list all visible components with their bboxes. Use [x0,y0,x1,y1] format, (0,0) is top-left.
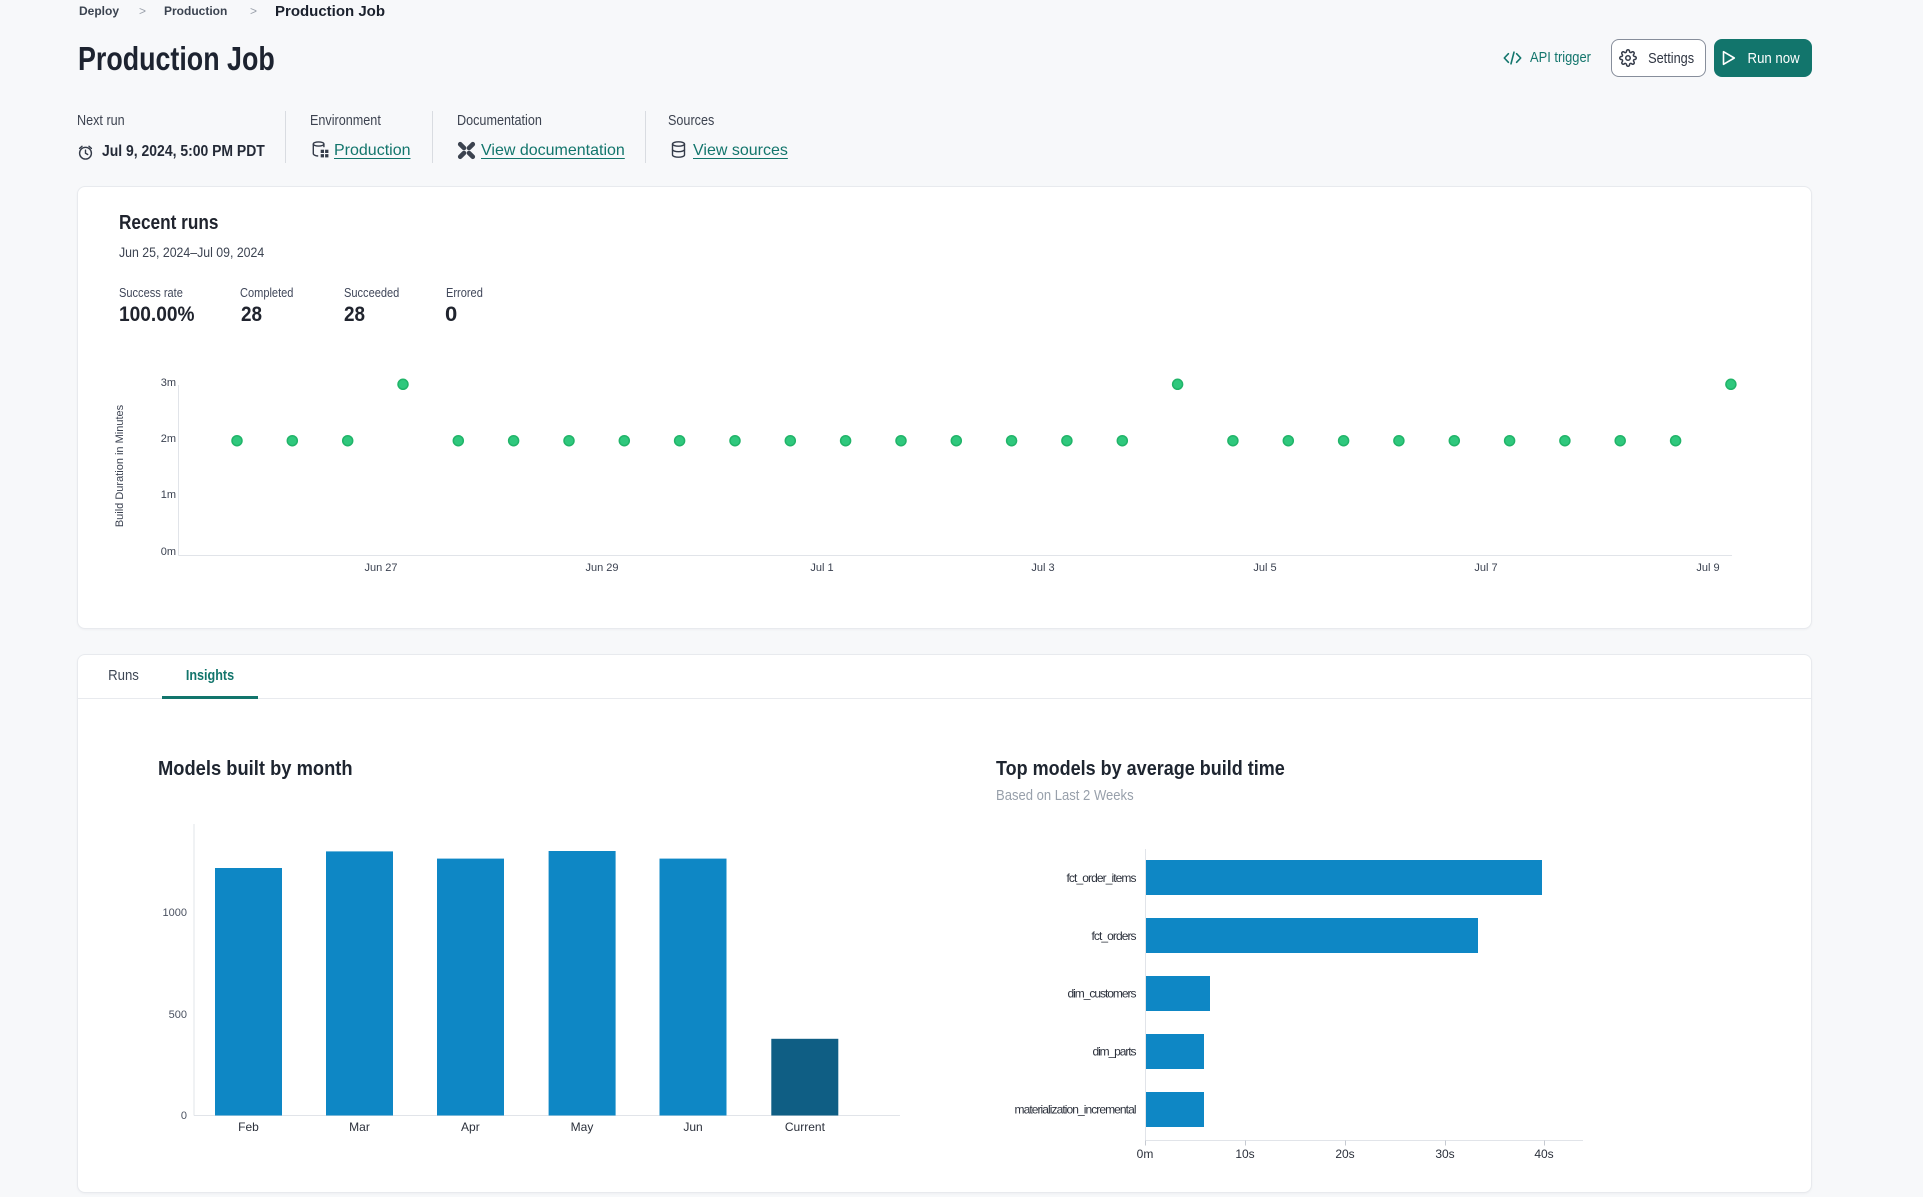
svg-text:Build Duration in Minutes: Build Duration in Minutes [114,404,126,527]
svg-text:Jun 29: Jun 29 [585,562,618,574]
svg-text:500: 500 [169,1009,187,1021]
svg-text:0m: 0m [161,546,176,558]
svg-text:Jul 9: Jul 9 [1696,562,1719,574]
svg-text:dim_parts: dim_parts [1093,1045,1137,1059]
svg-text:Feb: Feb [238,1120,259,1134]
svg-text:Mar: Mar [349,1120,370,1134]
svg-text:0: 0 [181,1110,187,1122]
svg-text:1m: 1m [161,489,176,501]
svg-text:Current: Current [785,1120,826,1134]
svg-text:1000: 1000 [163,907,187,919]
svg-text:2m: 2m [161,433,176,445]
svg-text:Jul 5: Jul 5 [1253,562,1276,574]
svg-text:30s: 30s [1435,1147,1454,1161]
svg-text:Apr: Apr [461,1120,480,1134]
svg-text:dim_customers: dim_customers [1068,987,1137,1001]
svg-text:materialization_incremental: materialization_incremental [1015,1103,1137,1117]
svg-text:May: May [571,1120,594,1134]
svg-text:fct_order_items: fct_order_items [1067,871,1137,885]
svg-text:10s: 10s [1235,1147,1254,1161]
svg-text:20s: 20s [1335,1147,1354,1161]
svg-text:40s: 40s [1534,1147,1553,1161]
svg-text:fct_orders: fct_orders [1092,929,1137,943]
svg-text:Jul 1: Jul 1 [810,562,833,574]
svg-text:Jun 27: Jun 27 [364,562,397,574]
svg-text:Jul 3: Jul 3 [1031,562,1054,574]
svg-text:3m: 3m [161,377,176,389]
svg-text:Jun: Jun [683,1120,702,1134]
svg-text:Jul 7: Jul 7 [1474,562,1497,574]
svg-text:0m: 0m [1137,1147,1154,1161]
